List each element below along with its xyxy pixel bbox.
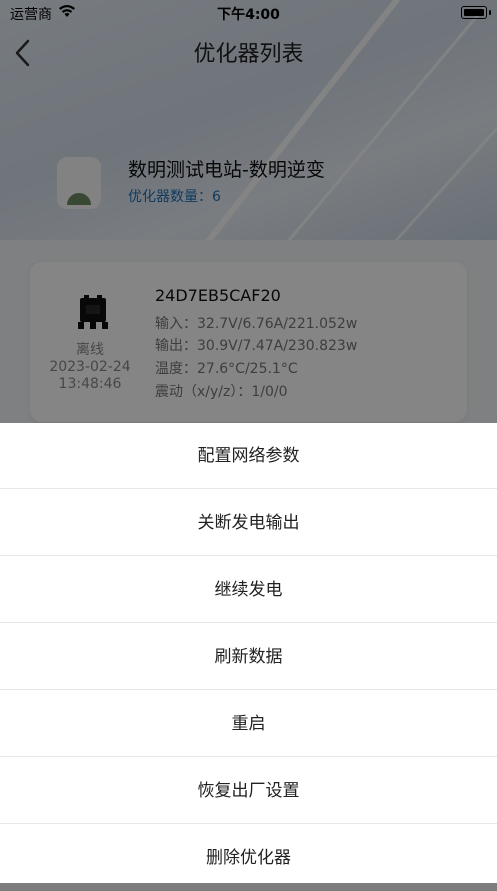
factory-reset-button[interactable]: 恢复出厂设置 — [0, 758, 497, 824]
resume-generation-button[interactable]: 继续发电 — [0, 557, 497, 623]
refresh-data-button[interactable]: 刷新数据 — [0, 624, 497, 690]
restart-button[interactable]: 重启 — [0, 691, 497, 757]
delete-optimizer-button[interactable]: 删除优化器 — [0, 825, 497, 891]
shutdown-output-button[interactable]: 关断发电输出 — [0, 490, 497, 556]
configure-network-button[interactable]: 配置网络参数 — [0, 423, 497, 489]
action-sheet: 配置网络参数 关断发电输出 继续发电 刷新数据 重启 恢复出厂设置 删除优化器 — [0, 423, 497, 883]
